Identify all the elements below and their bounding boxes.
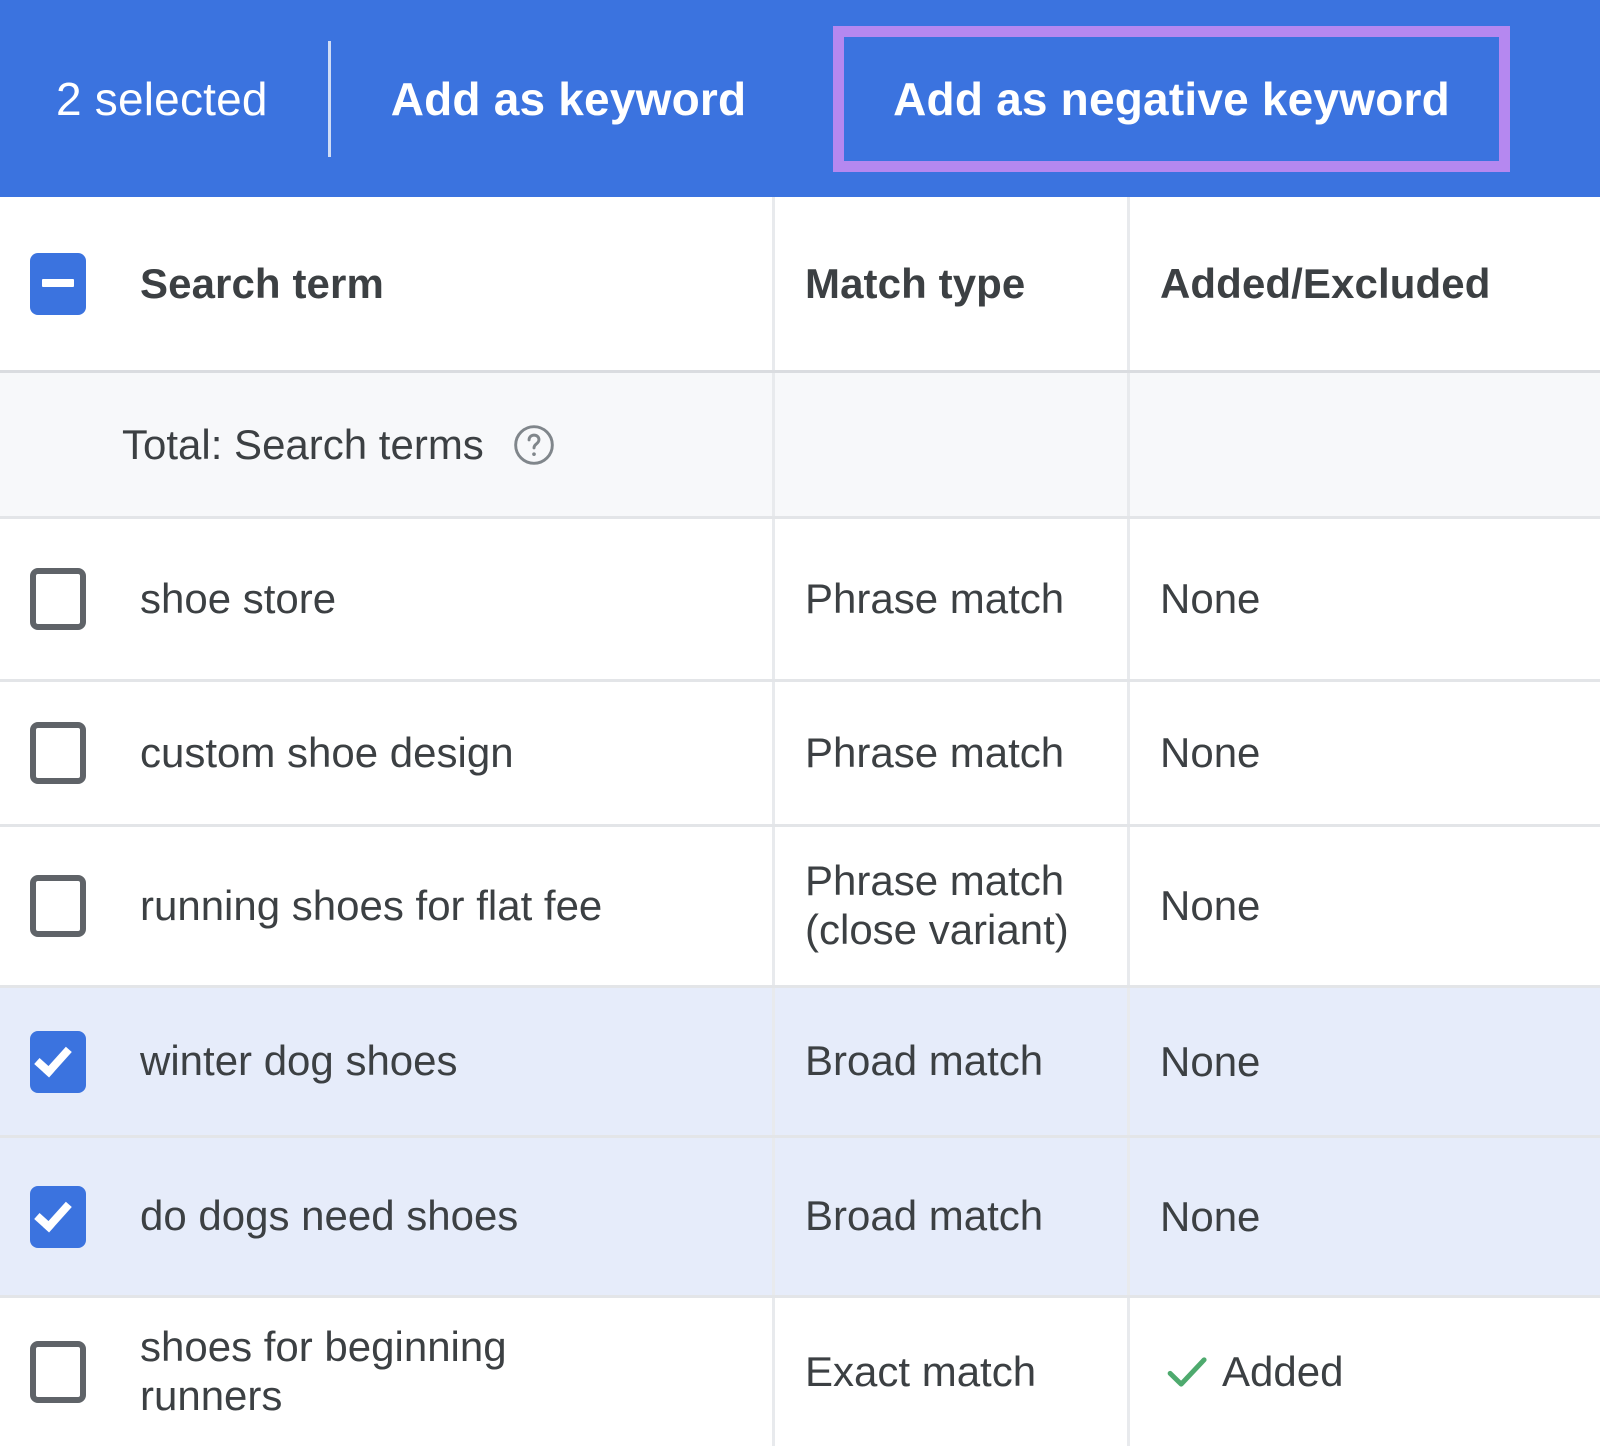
row-cell-added-excluded: None [1130, 988, 1600, 1135]
bulk-action-bar: 2 selected Add as keyword Add as negativ… [0, 0, 1600, 197]
row-checkbox-slot [30, 568, 122, 630]
header-cell-added-excluded: Added/Excluded [1130, 197, 1600, 370]
total-cell-search-term: Total: Search terms [0, 373, 775, 516]
row-checkbox[interactable] [30, 722, 86, 784]
add-as-negative-keyword-highlight: Add as negative keyword [833, 26, 1510, 172]
table-row[interactable]: do dogs need shoes Broad match None [0, 1138, 1600, 1298]
row-cell-search-term: shoe store [0, 519, 775, 679]
row-checkbox-slot [30, 722, 122, 784]
table-header-row: Search term Match type Added/Excluded [0, 197, 1600, 373]
match-type-value: Phrase match [805, 575, 1064, 624]
table-row[interactable]: custom shoe design Phrase match None [0, 682, 1600, 827]
row-cell-match-type: Broad match [775, 1138, 1130, 1295]
table-row[interactable]: running shoes for flat fee Phrase match … [0, 827, 1600, 988]
row-checkbox[interactable] [30, 1341, 86, 1403]
row-cell-search-term: running shoes for flat fee [0, 827, 775, 985]
row-cell-match-type: Broad match [775, 988, 1130, 1135]
row-checkbox-slot [30, 875, 122, 937]
row-checkbox-slot [30, 1031, 122, 1093]
column-header-added-excluded: Added/Excluded [1160, 260, 1490, 308]
row-cell-search-term: shoes for beginning runners [0, 1298, 775, 1446]
total-cell-added-excluded [1130, 373, 1600, 516]
select-all-checkbox[interactable] [30, 253, 86, 315]
added-excluded-value: None [1160, 1193, 1260, 1241]
match-type-value: Exact match [805, 1348, 1036, 1397]
search-term-value: winter dog shoes [122, 1037, 458, 1086]
search-term-value: shoes for beginning runners [122, 1323, 640, 1420]
row-checkbox[interactable] [30, 875, 86, 937]
table-row[interactable]: shoes for beginning runners Exact match … [0, 1298, 1600, 1446]
row-cell-added-excluded: None [1130, 682, 1600, 824]
row-cell-added-excluded: None [1130, 519, 1600, 679]
match-type-value: Broad match [805, 1192, 1043, 1241]
row-cell-added-excluded: None [1130, 1138, 1600, 1295]
check-green-icon [1160, 1345, 1214, 1399]
select-all-checkbox-slot [30, 253, 122, 315]
help-circle-icon[interactable] [512, 423, 556, 467]
added-excluded-value: Added [1222, 1348, 1343, 1396]
column-header-search-term: Search term [122, 260, 384, 308]
table-total-row: Total: Search terms [0, 373, 1600, 519]
row-cell-added-excluded: Added [1130, 1298, 1600, 1446]
added-excluded-value: None [1160, 729, 1260, 777]
match-type-value: Phrase match (close variant) [805, 857, 1111, 954]
header-cell-match-type: Match type [775, 197, 1130, 370]
added-excluded-value: None [1160, 1038, 1260, 1086]
search-term-value: shoe store [122, 575, 336, 624]
row-cell-match-type: Phrase match [775, 519, 1130, 679]
match-type-value: Broad match [805, 1037, 1043, 1086]
added-excluded-value: None [1160, 575, 1260, 623]
row-cell-search-term: do dogs need shoes [0, 1138, 775, 1295]
row-cell-search-term: winter dog shoes [0, 988, 775, 1135]
total-label: Total: Search terms [122, 421, 484, 469]
row-checkbox[interactable] [30, 1186, 86, 1248]
row-checkbox-slot [30, 1341, 122, 1403]
selected-count-label: 2 selected [0, 72, 268, 126]
row-cell-match-type: Phrase match (close variant) [775, 827, 1130, 985]
search-term-value: custom shoe design [122, 729, 514, 778]
add-as-negative-keyword-button[interactable]: Add as negative keyword [893, 72, 1450, 126]
row-cell-added-excluded: None [1130, 827, 1600, 985]
search-terms-table: Search term Match type Added/Excluded To… [0, 197, 1600, 1446]
table-row[interactable]: shoe store Phrase match None [0, 519, 1600, 682]
header-cell-search-term: Search term [0, 197, 775, 370]
search-term-value: do dogs need shoes [122, 1192, 518, 1241]
action-bar-divider [328, 41, 331, 157]
column-header-match-type: Match type [805, 260, 1025, 308]
total-cell-match-type [775, 373, 1130, 516]
row-checkbox[interactable] [30, 568, 86, 630]
match-type-value: Phrase match [805, 729, 1064, 778]
added-excluded-value: None [1160, 882, 1260, 930]
add-as-keyword-button[interactable]: Add as keyword [391, 72, 747, 126]
search-term-value: running shoes for flat fee [122, 882, 602, 931]
row-cell-match-type: Exact match [775, 1298, 1130, 1446]
row-checkbox[interactable] [30, 1031, 86, 1093]
table-row[interactable]: winter dog shoes Broad match None [0, 988, 1600, 1138]
row-cell-match-type: Phrase match [775, 682, 1130, 824]
row-cell-search-term: custom shoe design [0, 682, 775, 824]
row-checkbox-slot [30, 1186, 122, 1248]
